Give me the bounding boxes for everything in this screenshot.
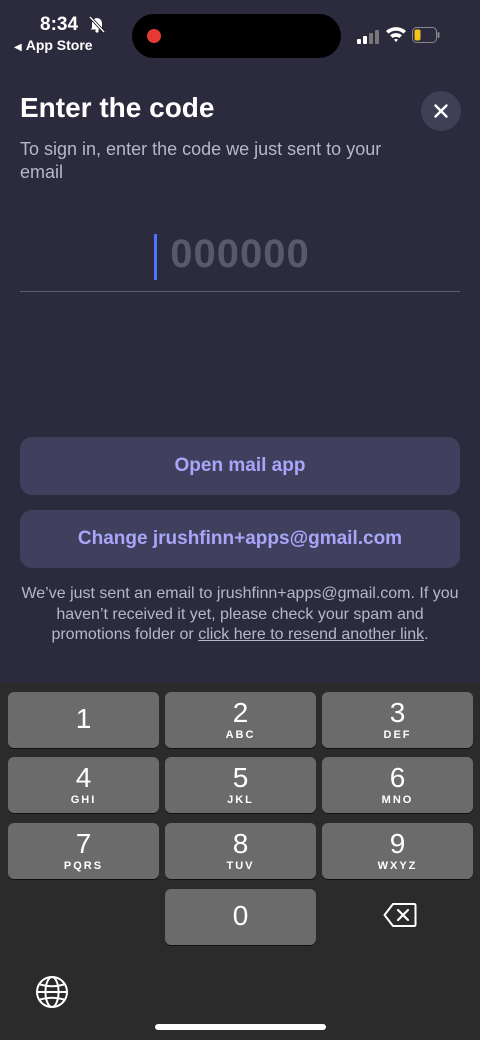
key-letters: GHI [70,794,97,806]
close-icon [434,104,448,118]
key-letters: MNO [381,794,414,806]
key-digit: 6 [389,762,406,793]
key-digit: 1 [75,703,92,734]
home-indicator[interactable] [155,1024,326,1030]
key-digit: 2 [232,697,249,728]
wifi-icon [386,27,406,42]
key-5[interactable]: 5 JKL [165,757,316,813]
cellular-signal-icon [357,28,381,44]
delete-backward-icon[interactable] [383,902,417,928]
battery-icon [412,27,440,43]
key-6[interactable]: 6 MNO [322,757,473,813]
key-letters: PQRS [63,860,104,872]
bell-slash-icon [88,15,106,33]
back-to-app-store[interactable]: ◀ App Store [14,37,93,53]
globe-icon[interactable] [35,975,69,1009]
key-4[interactable]: 4 GHI [8,757,159,813]
key-letters: JKL [227,794,254,806]
info-text-end: . [424,626,429,643]
key-digit: 4 [75,762,92,793]
code-input[interactable]: 000000 [20,224,460,292]
key-digit: 5 [232,762,249,793]
page-title: Enter the code [20,92,215,123]
change-email-button[interactable]: Change jrushfinn+apps@gmail.com [20,510,460,568]
key-8[interactable]: 8 TUV [165,823,316,879]
key-2[interactable]: 2 ABC [165,692,316,748]
recording-dot-icon [147,29,161,43]
key-letters: WXYZ [377,860,418,872]
key-digit: 8 [232,828,249,859]
back-triangle-icon: ◀ [14,42,22,53]
close-button[interactable] [421,91,461,131]
page-subtitle: To sign in, enter the code we just sent … [20,139,382,182]
key-7[interactable]: 7 PQRS [8,823,159,879]
status-bar: 8:34 ◀ App Store [0,0,480,64]
key-digit: 9 [389,828,406,859]
key-letters: ABC [225,729,256,741]
key-digit: 7 [75,828,92,859]
key-digit: 0 [232,900,249,931]
dynamic-island [132,14,341,58]
key-letters: TUV [226,860,255,872]
info-text: We’ve just sent an email to jrushfinn+ap… [16,584,464,646]
key-0[interactable]: 0 [165,889,316,945]
key-1[interactable]: 1 [8,692,159,748]
resend-link[interactable]: click here to resend another link [198,626,424,643]
open-mail-app-button[interactable]: Open mail app [20,437,460,495]
key-letters: DEF [383,729,412,741]
key-9[interactable]: 9 WXYZ [322,823,473,879]
back-app-label: App Store [25,37,93,53]
code-placeholder: 000000 [170,232,310,276]
key-3[interactable]: 3 DEF [322,692,473,748]
status-time: 8:34 [40,14,79,35]
key-digit: 3 [389,697,406,728]
